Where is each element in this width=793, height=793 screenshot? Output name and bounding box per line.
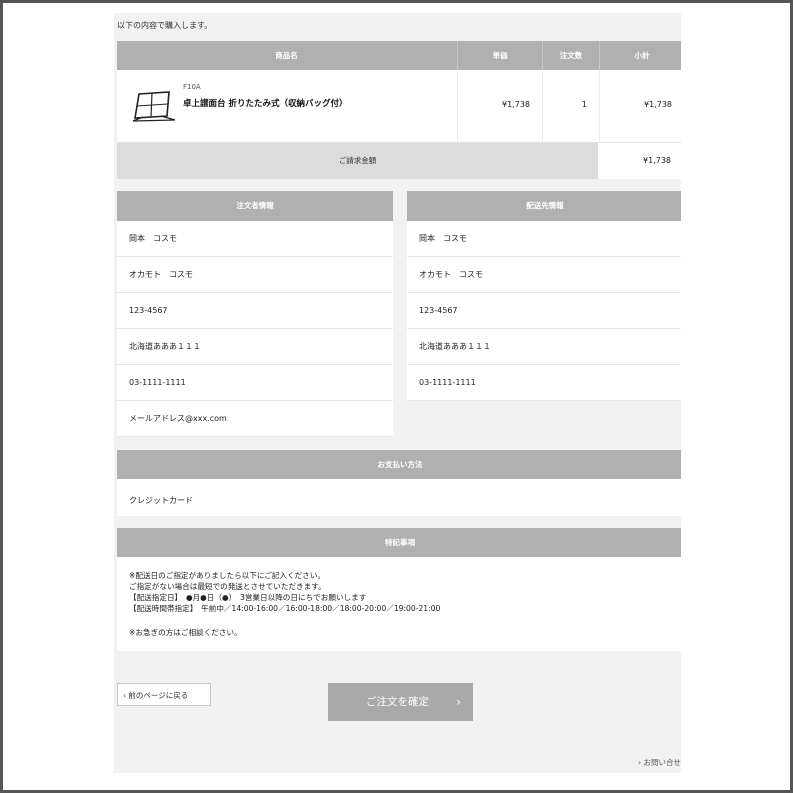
payment-body: クレジットカード bbox=[117, 479, 681, 516]
chevron-right-icon: › bbox=[456, 695, 461, 709]
col-header-subtotal: 小計 bbox=[599, 41, 681, 70]
notes-heading: 特記事項 bbox=[117, 528, 681, 557]
delivery-info-panel: 配送先情報 岡本 コスモ オカモト コスモ 123-4567 北海道あああ１１１… bbox=[407, 191, 681, 401]
confirm-order-label: ご注文を確定 bbox=[366, 696, 429, 708]
product-row: F10A 卓上譜面台 折りたたみ式（収納バッグ付） ¥1,738 1 ¥1,73… bbox=[117, 70, 681, 143]
notes-body: ※配送日のご指定がありましたら以下にご記入ください。 ご指定がない場合は最短での… bbox=[117, 557, 681, 651]
back-button[interactable]: ‹ 前のページに戻る bbox=[117, 683, 211, 706]
note-line: 【配送時間帯指定】 午前中／14:00-16:00／16:00-18:00／18… bbox=[129, 604, 441, 613]
back-button-label: 前のページに戻る bbox=[128, 691, 189, 700]
orderer-info-panel: 注文者情報 岡本 コスモ オカモト コスモ 123-4567 北海道あああ１１１… bbox=[117, 191, 393, 437]
note-line: ※配送日のご指定がありましたら以下にご記入ください。 bbox=[129, 571, 326, 580]
product-table-header: 商品名 単価 注文数 小計 bbox=[117, 41, 681, 70]
intro-text: 以下の内容で購入します。 bbox=[117, 21, 213, 30]
delivery-postal: 123-4567 bbox=[407, 293, 681, 329]
orderer-info-heading: 注文者情報 bbox=[117, 191, 393, 221]
note-line: 【配送指定日】 ●月●日（●） 3営業日以降の日にちでお願いします bbox=[129, 593, 367, 602]
total-label: ご請求金額 bbox=[117, 143, 598, 179]
chevron-right-icon: › bbox=[638, 758, 642, 767]
chevron-left-icon: ‹ bbox=[123, 691, 126, 700]
note-line: ※お急ぎの方はご相談ください。 bbox=[129, 628, 242, 637]
product-code: F10A bbox=[183, 83, 201, 91]
contact-link-label: お問い合せ bbox=[643, 758, 682, 767]
total-row: ご請求金額 ¥1,738 bbox=[117, 143, 681, 179]
product-price-cell: ¥1,738 bbox=[457, 70, 542, 142]
delivery-info-heading: 配送先情報 bbox=[407, 191, 681, 221]
col-header-name: 商品名 bbox=[275, 51, 298, 60]
product-subtotal: ¥1,738 bbox=[644, 100, 672, 109]
payment-heading: お支払い方法 bbox=[117, 450, 681, 479]
contact-link[interactable]: › お問い合せ bbox=[638, 757, 681, 768]
order-confirm-page: 以下の内容で購入します。 商品名 単価 注文数 小計 F10A 卓上譜面台 折り… bbox=[114, 13, 681, 773]
col-header-qty: 注文数 bbox=[542, 41, 599, 70]
delivery-kana: オカモト コスモ bbox=[407, 257, 681, 293]
confirm-order-button[interactable]: ご注文を確定 › bbox=[328, 683, 473, 721]
product-subtotal-cell: ¥1,738 bbox=[599, 70, 681, 142]
payment-method: クレジットカード bbox=[129, 496, 193, 505]
screenshot-frame: 以下の内容で購入します。 商品名 単価 注文数 小計 F10A 卓上譜面台 折り… bbox=[0, 0, 793, 793]
product-qty-cell: 1 bbox=[542, 70, 599, 142]
orderer-name: 岡本 コスモ bbox=[117, 221, 393, 257]
product-name-cell: F10A 卓上譜面台 折りたたみ式（収納バッグ付） bbox=[117, 70, 456, 142]
delivery-address: 北海道あああ１１１ bbox=[407, 329, 681, 365]
orderer-email: メールアドレス@xxx.com bbox=[117, 401, 393, 437]
product-qty: 1 bbox=[581, 100, 587, 109]
orderer-postal: 123-4567 bbox=[117, 293, 393, 329]
delivery-phone: 03-1111-1111 bbox=[407, 365, 681, 401]
orderer-phone: 03-1111-1111 bbox=[117, 365, 393, 401]
product-price: ¥1,738 bbox=[502, 100, 530, 109]
note-line: ご指定がない場合は最短での発送とさせていただきます。 bbox=[129, 582, 326, 591]
product-title: 卓上譜面台 折りたたみ式（収納バッグ付） bbox=[183, 99, 348, 109]
delivery-name: 岡本 コスモ bbox=[407, 221, 681, 257]
orderer-kana: オカモト コスモ bbox=[117, 257, 393, 293]
col-header-price: 単価 bbox=[457, 41, 542, 70]
orderer-address: 北海道あああ１１１ bbox=[117, 329, 393, 365]
music-stand-icon bbox=[132, 91, 176, 122]
total-value: ¥1,738 bbox=[643, 156, 671, 165]
